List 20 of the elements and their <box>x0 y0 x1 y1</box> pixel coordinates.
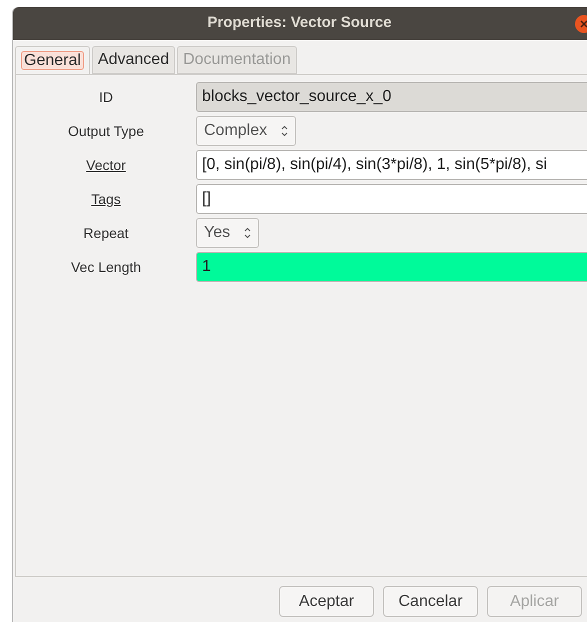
field-label: Output Type <box>68 122 144 141</box>
window-title: Properties: Vector Source <box>207 13 392 34</box>
close-icon <box>580 20 587 28</box>
field-label: Tags <box>91 190 121 209</box>
field-label: ID <box>99 88 113 106</box>
field-label: Vec Length <box>70 258 142 277</box>
field-label: Repeat <box>83 224 129 243</box>
spin-icon <box>244 227 252 239</box>
dialog-button[interactable]: Cancelar <box>383 586 478 617</box>
combo-box[interactable]: Complex <box>196 116 296 146</box>
tab[interactable]: Advanced <box>92 46 176 74</box>
tab[interactable]: General <box>15 46 90 74</box>
input-field[interactable]: [] <box>196 184 587 214</box>
spin-icon <box>281 125 288 137</box>
dialog-button[interactable]: Aceptar <box>279 586 374 617</box>
field-label: Vector <box>86 156 126 174</box>
input-field[interactable]: 1 <box>196 252 587 282</box>
combo-box[interactable]: Yes <box>196 218 260 248</box>
input-field[interactable]: [0, sin(pi/8), sin(pi/4), sin(3*pi/8), 1, sin(5*pi/8), si <box>196 150 587 180</box>
input-field[interactable]: blocks_vector_source_x_0 <box>196 82 587 112</box>
